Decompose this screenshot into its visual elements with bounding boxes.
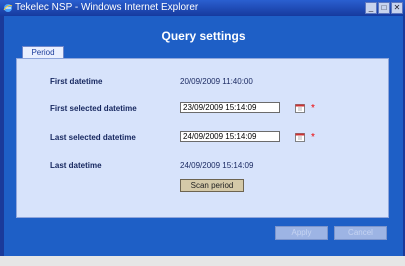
last-datetime-value: 24/09/2009 15:14:09 xyxy=(180,161,254,170)
minimize-icon[interactable]: _ xyxy=(365,2,377,14)
status-strip xyxy=(0,256,405,266)
cancel-button[interactable]: Cancel xyxy=(334,226,387,240)
tab-period[interactable]: Period xyxy=(22,46,64,58)
last-datetime-label: Last datetime xyxy=(50,161,102,170)
window-controls: _ □ ✕ xyxy=(365,2,403,14)
dialog-title: Query settings xyxy=(161,29,246,43)
ie-icon xyxy=(3,4,13,12)
first-selected-datetime-input[interactable] xyxy=(180,102,280,113)
maximize-icon[interactable]: □ xyxy=(378,2,390,14)
close-icon[interactable]: ✕ xyxy=(391,2,403,14)
first-datetime-value: 20/09/2009 11:40:00 xyxy=(180,77,253,86)
scan-period-button[interactable]: Scan period xyxy=(180,179,244,192)
title-bar: Tekelec NSP - Windows Internet Explorer … xyxy=(0,0,405,16)
first-selected-datetime-label: First selected datetime xyxy=(50,104,137,113)
last-selected-datetime-label: Last selected datetime xyxy=(50,133,136,142)
ie-window: Tekelec NSP - Windows Internet Explorer … xyxy=(0,0,405,266)
required-marker: * xyxy=(311,132,315,143)
period-panel: First datetime 20/09/2009 11:40:00 First… xyxy=(16,58,389,218)
dialog-client-area: Query settings Period First datetime 20/… xyxy=(4,16,403,256)
required-marker: * xyxy=(311,103,315,114)
last-selected-datetime-input[interactable] xyxy=(180,131,280,142)
calendar-icon[interactable] xyxy=(295,132,305,142)
first-datetime-label: First datetime xyxy=(50,77,103,86)
window-title: Tekelec NSP - Windows Internet Explorer xyxy=(15,2,199,13)
calendar-icon[interactable] xyxy=(295,103,305,113)
apply-button[interactable]: Apply xyxy=(275,226,328,240)
